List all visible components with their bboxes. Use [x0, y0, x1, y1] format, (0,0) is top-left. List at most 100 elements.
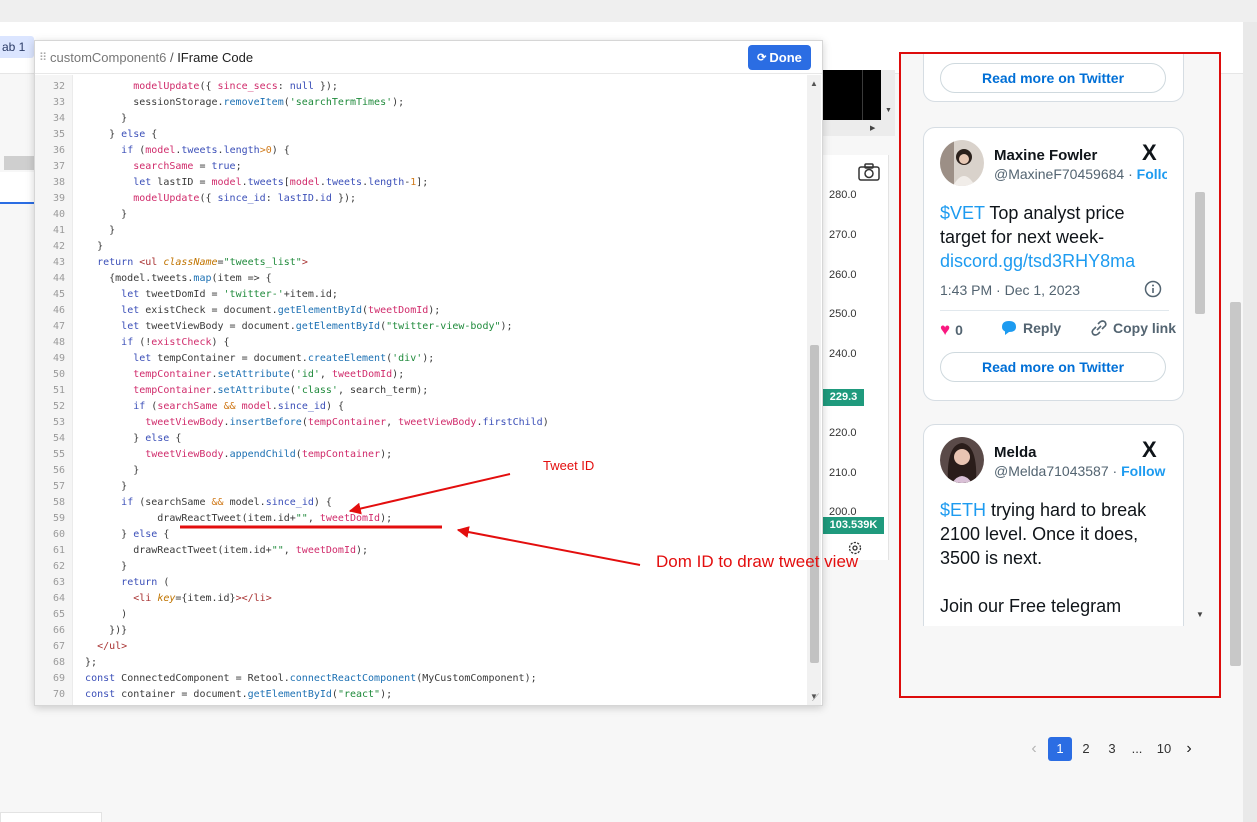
cashtag-link[interactable]: $VET [940, 203, 985, 223]
done-button[interactable]: ⟳ Done [748, 45, 811, 70]
avatar[interactable] [940, 140, 984, 186]
code-line[interactable]: 49 let tempContainer = document.createEl… [35, 351, 807, 367]
code-line[interactable]: 60 } else { [35, 527, 807, 543]
page-scrollbar[interactable] [1243, 22, 1257, 822]
page-1-button[interactable]: 1 [1048, 737, 1072, 761]
page-scrollbar-thumb[interactable] [1230, 302, 1241, 666]
code-text[interactable]: sessionStorage.removeItem('searchTermTim… [73, 97, 404, 108]
code-line[interactable]: 37 searchSame = true; [35, 159, 807, 175]
code-text[interactable]: tempContainer.setAttribute('class', sear… [73, 385, 428, 396]
code-text[interactable]: return <ul className="tweets_list"> [73, 257, 308, 268]
tweet-link[interactable]: discord.gg/tsd3RHY8ma [940, 251, 1135, 271]
code-text[interactable]: <li key={item.id}></li> [73, 593, 272, 604]
code-line[interactable]: 66 })} [35, 623, 807, 639]
code-text[interactable]: } [73, 225, 115, 236]
code-text[interactable]: </ul> [73, 641, 127, 652]
code-line[interactable]: 45 let tweetDomId = 'twitter-'+item.id; [35, 287, 807, 303]
code-text[interactable]: ) [73, 609, 127, 620]
code-text[interactable]: } [73, 465, 139, 476]
resize-grip-icon[interactable]: ⟋ [812, 693, 819, 704]
code-text[interactable]: const ConnectedComponent = Retool.connec… [73, 673, 537, 684]
code-line[interactable]: 57 } [35, 479, 807, 495]
code-line[interactable]: 43 return <ul className="tweets_list"> [35, 255, 807, 271]
left-input-field[interactable] [0, 172, 34, 204]
code-line[interactable]: 35 } else { [35, 127, 807, 143]
code-line[interactable]: 67 </ul> [35, 639, 807, 655]
code-line[interactable]: 41 } [35, 223, 807, 239]
camera-icon[interactable] [857, 162, 881, 182]
author-handle[interactable]: @MaxineF70459684 [994, 166, 1124, 182]
code-line[interactable]: 64 <li key={item.id}></li> [35, 591, 807, 607]
prev-page-icon[interactable]: ‹ [1028, 737, 1040, 761]
code-text[interactable]: drawReactTweet(item.id+"", tweetDomId); [73, 545, 368, 556]
tweet-list[interactable]: Read more on Twitter Maxine Fowler @Maxi… [901, 54, 1191, 626]
bottom-tab[interactable] [0, 812, 102, 822]
code-text[interactable]: if (searchSame && model.since_id) { [73, 497, 332, 508]
code-text[interactable]: searchSame = true; [73, 161, 241, 172]
code-text[interactable]: let tweetViewBody = document.getElementB… [73, 321, 512, 332]
drag-handle-icon[interactable]: ⠿ [39, 51, 47, 64]
editor-scrollbar[interactable]: ▲ ▼ [807, 75, 821, 705]
code-line[interactable]: 56 } [35, 463, 807, 479]
cashtag-link[interactable]: $ETH [940, 500, 986, 520]
code-text[interactable]: if (!existCheck) { [73, 337, 229, 348]
page-10-button[interactable]: 10 [1152, 737, 1176, 761]
code-text[interactable]: } else { [73, 529, 169, 540]
page-3-button[interactable]: 3 [1104, 737, 1120, 761]
avatar[interactable] [940, 437, 984, 483]
code-text[interactable]: tempContainer.setAttribute('id', tweetDo… [73, 369, 404, 380]
code-line[interactable]: 33 sessionStorage.removeItem('searchTerm… [35, 95, 807, 111]
code-line[interactable]: 68 }; [35, 655, 807, 671]
code-text[interactable]: } [73, 241, 103, 252]
code-line[interactable]: 55 tweetViewBody.appendChild(tempContain… [35, 447, 807, 463]
x-logo-icon[interactable]: X [1142, 140, 1157, 166]
code-text[interactable]: } [73, 481, 127, 492]
code-line[interactable]: 54 } else { [35, 431, 807, 447]
editor-scrollbar-thumb[interactable] [810, 345, 819, 663]
code-line[interactable]: 63 return ( [35, 575, 807, 591]
chart-scroll-down-icon[interactable]: ▼ [885, 107, 892, 114]
tweet-panel-scrollbar[interactable]: ▼ [1191, 54, 1205, 626]
code-text[interactable]: tweetViewBody.appendChild(tempContainer)… [73, 449, 392, 460]
code-text[interactable]: if (model.tweets.length>0) { [73, 145, 290, 156]
code-line[interactable]: 65 ) [35, 607, 807, 623]
code-line[interactable]: 39 modelUpdate({ since_id: lastID.id }); [35, 191, 807, 207]
read-more-button[interactable]: Read more on Twitter [940, 352, 1166, 382]
code-text[interactable]: const container = document.getElementByI… [73, 689, 392, 700]
code-line[interactable]: 42 } [35, 239, 807, 255]
chart-hscroll[interactable]: ▶ [823, 120, 895, 136]
code-line[interactable]: 46 let existCheck = document.getElementB… [35, 303, 807, 319]
info-icon[interactable] [1144, 280, 1162, 298]
follow-link[interactable]: Follow [1121, 463, 1165, 479]
tab-1[interactable]: ab 1 [0, 36, 34, 58]
code-line[interactable]: 58 if (searchSame && model.since_id) { [35, 495, 807, 511]
x-logo-icon[interactable]: X [1142, 437, 1157, 463]
code-line[interactable]: 34 } [35, 111, 807, 127]
code-line[interactable]: 70 const container = document.getElement… [35, 687, 807, 703]
code-text[interactable]: if (searchSame && model.since_id) { [73, 401, 344, 412]
code-text[interactable]: let tweetDomId = 'twitter-'+item.id; [73, 289, 338, 300]
code-line[interactable]: 32 modelUpdate({ since_secs: null }); [35, 79, 807, 95]
code-text[interactable]: modelUpdate({ since_secs: null }); [73, 81, 338, 92]
code-text[interactable]: let existCheck = document.getElementById… [73, 305, 440, 316]
tweet-panel-scrollbar-thumb[interactable] [1195, 192, 1205, 314]
code-text[interactable]: drawReactTweet(item.id+"", tweetDomId); [73, 513, 392, 524]
code-lines[interactable]: 32 modelUpdate({ since_secs: null }); 33 … [35, 75, 807, 700]
code-text[interactable]: {model.tweets.map(item => { [73, 273, 272, 284]
code-text[interactable]: let tempContainer = document.createEleme… [73, 353, 434, 364]
code-text[interactable]: } else { [73, 129, 157, 140]
breadcrumb-component[interactable]: customComponent6 [50, 50, 166, 65]
code-text[interactable]: return ( [73, 577, 169, 588]
code-line[interactable]: 51 tempContainer.setAttribute('class', s… [35, 383, 807, 399]
code-line[interactable]: 48 if (!existCheck) { [35, 335, 807, 351]
code-text[interactable]: }; [73, 657, 97, 668]
code-line[interactable]: 53 tweetViewBody.insertBefore(tempContai… [35, 415, 807, 431]
next-page-icon[interactable]: › [1182, 737, 1196, 761]
code-text[interactable]: } [73, 561, 127, 572]
code-text[interactable]: })} [73, 625, 127, 636]
like-action[interactable]: ♥ 0 [940, 320, 963, 340]
code-text[interactable]: } [73, 113, 127, 124]
code-line[interactable]: 40 } [35, 207, 807, 223]
code-text[interactable]: } else { [73, 433, 181, 444]
code-line[interactable]: 47 let tweetViewBody = document.getEleme… [35, 319, 807, 335]
